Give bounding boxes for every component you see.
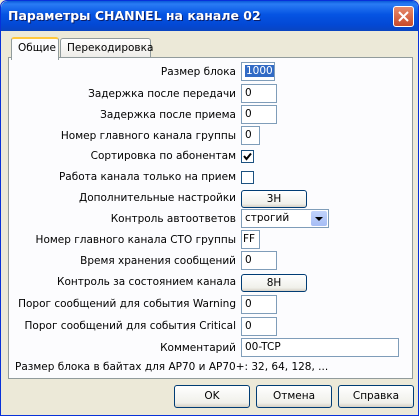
warning-threshold-field[interactable]: 0 (241, 295, 277, 314)
delay-after-receive-label: Задержка после приема (100, 109, 236, 121)
window-title: Параметры CHANNEL на канале 02 (8, 8, 261, 23)
cancel-button[interactable]: Отмена (256, 385, 332, 408)
block-size-hint: Размер блока в байтах для АР70 и АР70+: … (15, 361, 329, 373)
block-size-label: Размер блока (160, 66, 236, 78)
receive-only-label: Работа канала только на прием (58, 171, 236, 183)
tab-general-label: Общие (18, 42, 56, 54)
autoreply-control-value: строгий (245, 212, 290, 224)
tab-recoding[interactable]: Перекодировка (60, 38, 154, 59)
delay-after-receive-field[interactable]: 0 (241, 105, 277, 124)
comment-field[interactable]: 00-TCP (241, 338, 399, 357)
sto-group-main-channel-field[interactable]: FF (241, 230, 260, 249)
tab-recoding-label: Перекодировка (67, 42, 154, 54)
close-icon (398, 11, 409, 22)
dialog-window: Параметры CHANNEL на канале 02 Общие Пер… (0, 0, 419, 416)
warning-threshold-label: Порог сообщений для события Warning (18, 298, 236, 310)
block-size-field[interactable]: 1000 (241, 62, 275, 81)
critical-threshold-label: Порог сообщений для события Critical (24, 320, 236, 332)
tab-general[interactable]: Общие (11, 37, 59, 60)
autoreply-control-select[interactable]: строгий (241, 209, 329, 228)
help-button[interactable]: Справка (338, 385, 414, 408)
checkmark-icon (243, 152, 252, 161)
group-main-channel-label: Номер главного канала группы (60, 130, 236, 142)
chevron-down-icon (315, 217, 323, 221)
message-storage-time-field[interactable]: 0 (241, 251, 277, 270)
sort-by-subscribers-checkbox[interactable] (241, 150, 254, 163)
comment-label: Комментарий (160, 342, 236, 354)
receive-only-checkbox[interactable] (241, 171, 254, 184)
message-storage-time-label: Время хранения сообщений (80, 255, 236, 267)
block-size-value: 1000 (245, 65, 274, 77)
channel-state-control-label: Контроль за состоянием канала (57, 276, 236, 288)
close-button[interactable] (393, 6, 414, 27)
ok-button[interactable]: OK (174, 385, 250, 408)
autoreply-control-label: Контроль автоответов (110, 213, 236, 225)
channel-state-control-button[interactable]: 8H (241, 274, 307, 292)
delay-after-send-label: Задержка после передачи (88, 88, 236, 100)
sto-group-main-channel-label: Номер главного канала СТО группы (35, 234, 236, 246)
delay-after-send-field[interactable]: 0 (241, 84, 277, 103)
extra-settings-button[interactable]: 3H (241, 190, 307, 208)
extra-settings-label: Дополнительные настройки (78, 192, 236, 204)
sort-by-subscribers-label: Сортировка по абонентам (90, 150, 236, 162)
critical-threshold-field[interactable]: 0 (241, 317, 277, 336)
group-main-channel-field[interactable]: 0 (241, 126, 260, 145)
dropdown-arrow-button[interactable] (311, 211, 327, 226)
title-bar[interactable]: Параметры CHANNEL на канале 02 (1, 1, 418, 31)
